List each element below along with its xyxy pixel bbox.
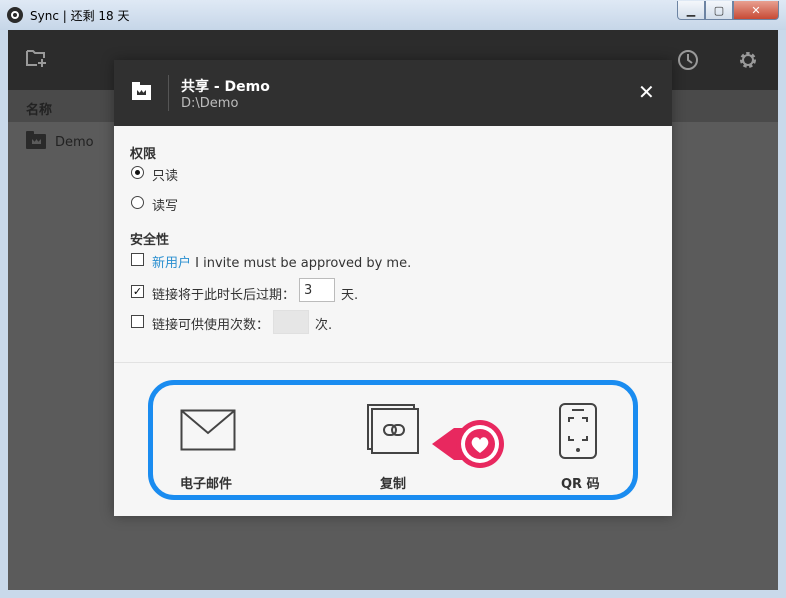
uses-count-input[interactable]	[273, 310, 309, 334]
uses-label: 链接可供使用次数：	[152, 318, 270, 333]
expire-days-input[interactable]: 3	[299, 278, 335, 302]
column-name-header[interactable]: 名称	[26, 99, 52, 118]
read-only-radio[interactable]	[131, 166, 144, 179]
minimize-button[interactable]: ▁	[677, 1, 705, 20]
window-controls: ▁ ▢ ✕	[677, 1, 779, 20]
shared-folder-icon	[132, 82, 151, 100]
permissions-heading: 权限	[130, 147, 157, 162]
history-icon[interactable]	[677, 49, 699, 71]
dialog-header: 共享 - Demo D:\Demo ✕	[114, 60, 672, 126]
divider	[114, 362, 672, 363]
share-options-highlight	[148, 380, 638, 500]
approve-text: 新用户 I invite must be approved by me.	[152, 252, 411, 271]
uses-checkbox[interactable]	[131, 315, 144, 328]
maximize-button[interactable]: ▢	[705, 1, 733, 20]
app-window: Sync | 还剩 18 天 ▁ ▢ ✕ 名称 Demo 共享 - Demo D…	[0, 0, 786, 598]
sync-app-icon	[7, 7, 23, 23]
uses-unit: 次.	[315, 318, 333, 333]
heart-pointer-icon	[432, 420, 504, 468]
settings-icon[interactable]	[737, 49, 759, 71]
folder-icon	[26, 131, 46, 149]
expire-unit: 天.	[341, 288, 359, 303]
new-user-link[interactable]: 新用户	[152, 256, 191, 271]
folder-name: Demo	[55, 135, 94, 150]
add-folder-icon[interactable]	[26, 48, 48, 68]
dialog-close-icon[interactable]: ✕	[638, 82, 655, 102]
folder-path: D:\Demo	[181, 96, 239, 111]
share-dialog: 共享 - Demo D:\Demo ✕ 权限 只读 读写 安全性 新用户 I i…	[114, 60, 672, 516]
read-write-label[interactable]: 读写	[152, 195, 178, 214]
dialog-title: 共享 - Demo	[181, 79, 270, 95]
close-button[interactable]: ✕	[733, 1, 779, 20]
approve-description: I invite must be approved by me.	[191, 256, 412, 271]
read-only-label[interactable]: 只读	[152, 165, 178, 184]
read-write-radio[interactable]	[131, 196, 144, 209]
security-heading: 安全性	[130, 233, 170, 248]
expire-label: 链接将于此时长后过期：	[152, 288, 296, 303]
header-divider	[168, 75, 169, 111]
approve-checkbox[interactable]	[131, 253, 144, 266]
window-title: Sync | 还剩 18 天	[30, 9, 130, 23]
title-bar: Sync | 还剩 18 天 ▁ ▢ ✕	[0, 0, 786, 30]
expire-checkbox[interactable]: ✓	[131, 285, 144, 298]
